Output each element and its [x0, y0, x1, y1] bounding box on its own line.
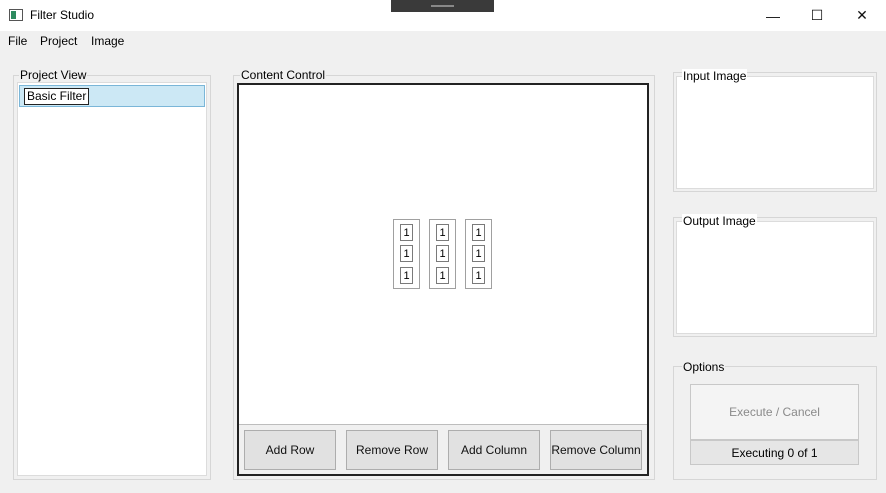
- matrix-cell[interactable]: 1: [400, 245, 413, 262]
- remove-column-button[interactable]: Remove Column: [550, 430, 642, 470]
- matrix-cell[interactable]: 1: [436, 245, 449, 262]
- minimize-icon: —: [766, 7, 780, 24]
- maximize-button[interactable]: ☐: [794, 0, 840, 31]
- input-image-label: Input Image: [682, 69, 748, 83]
- window-title: Filter Studio: [30, 8, 95, 22]
- project-tree[interactable]: [17, 82, 207, 476]
- add-row-button[interactable]: Add Row: [244, 430, 336, 470]
- add-column-button[interactable]: Add Column: [448, 430, 540, 470]
- execution-status: Executing 0 of 1: [690, 440, 859, 465]
- tree-item-name-editor[interactable]: Basic Filter: [24, 88, 90, 105]
- close-icon: ✕: [856, 7, 868, 23]
- matrix-cell[interactable]: 1: [436, 224, 449, 241]
- remove-row-button[interactable]: Remove Row: [346, 430, 438, 470]
- app-icon: [9, 9, 23, 21]
- execute-cancel-button[interactable]: Execute / Cancel: [690, 384, 859, 440]
- output-image-label: Output Image: [682, 214, 757, 228]
- menu-file[interactable]: File: [8, 34, 27, 48]
- menu-project[interactable]: Project: [40, 34, 77, 48]
- content-control-label: Content Control: [240, 68, 327, 82]
- minimize-button[interactable]: —: [750, 0, 796, 31]
- matrix-cell[interactable]: 1: [472, 224, 485, 241]
- menu-image[interactable]: Image: [91, 34, 124, 48]
- matrix-cell[interactable]: 1: [472, 245, 485, 262]
- close-button[interactable]: ✕: [839, 0, 885, 31]
- matrix-cell[interactable]: 1: [436, 267, 449, 284]
- output-image-panel: [676, 221, 874, 334]
- input-image-panel: [676, 76, 874, 189]
- matrix-cell[interactable]: 1: [400, 224, 413, 241]
- snap-grip-handle[interactable]: [391, 0, 494, 12]
- matrix-cell[interactable]: 1: [400, 267, 413, 284]
- matrix-cell[interactable]: 1: [472, 267, 485, 284]
- project-view-label: Project View: [19, 68, 88, 82]
- maximize-icon: ☐: [810, 7, 824, 23]
- menu-bar: [0, 31, 886, 53]
- options-label: Options: [682, 360, 726, 374]
